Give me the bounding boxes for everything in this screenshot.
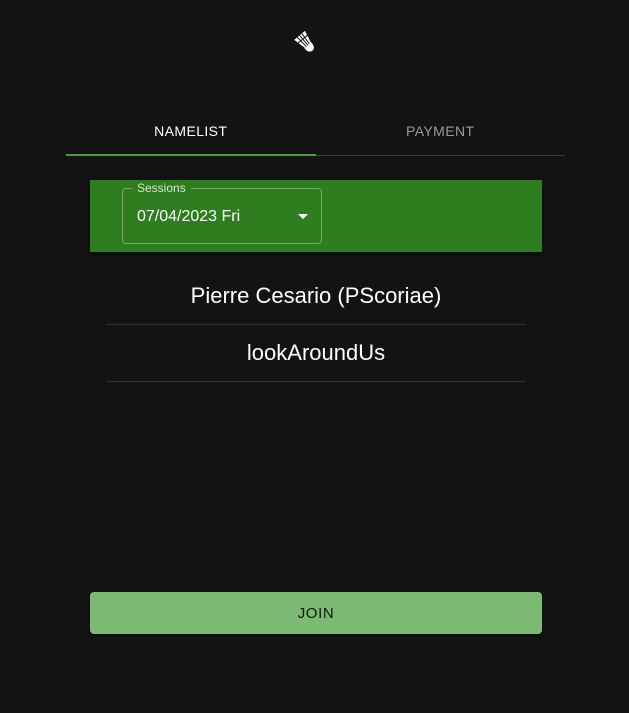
chevron-down-icon — [298, 214, 308, 219]
tab-namelist[interactable]: NAMELIST — [66, 106, 316, 156]
sessions-select-label: Sessions — [132, 181, 191, 195]
sessions-select[interactable]: Sessions 07/04/2023 Fri — [122, 181, 322, 244]
tab-bar: NAMELIST PAYMENT — [66, 106, 565, 156]
tab-payment[interactable]: PAYMENT — [316, 106, 566, 155]
session-panel: Sessions 07/04/2023 Fri — [90, 180, 542, 252]
app-root: NAMELIST PAYMENT Sessions 07/04/2023 Fri… — [0, 0, 629, 713]
list-item: Pierre Cesario (PScoriae) — [106, 268, 526, 325]
shuttlecock-icon — [294, 30, 314, 52]
sessions-select-value: 07/04/2023 Fri — [137, 208, 241, 225]
list-item: lookAroundUs — [106, 325, 526, 382]
join-button[interactable]: JOIN — [90, 592, 542, 634]
namelist: Pierre Cesario (PScoriae) lookAroundUs — [106, 268, 526, 382]
